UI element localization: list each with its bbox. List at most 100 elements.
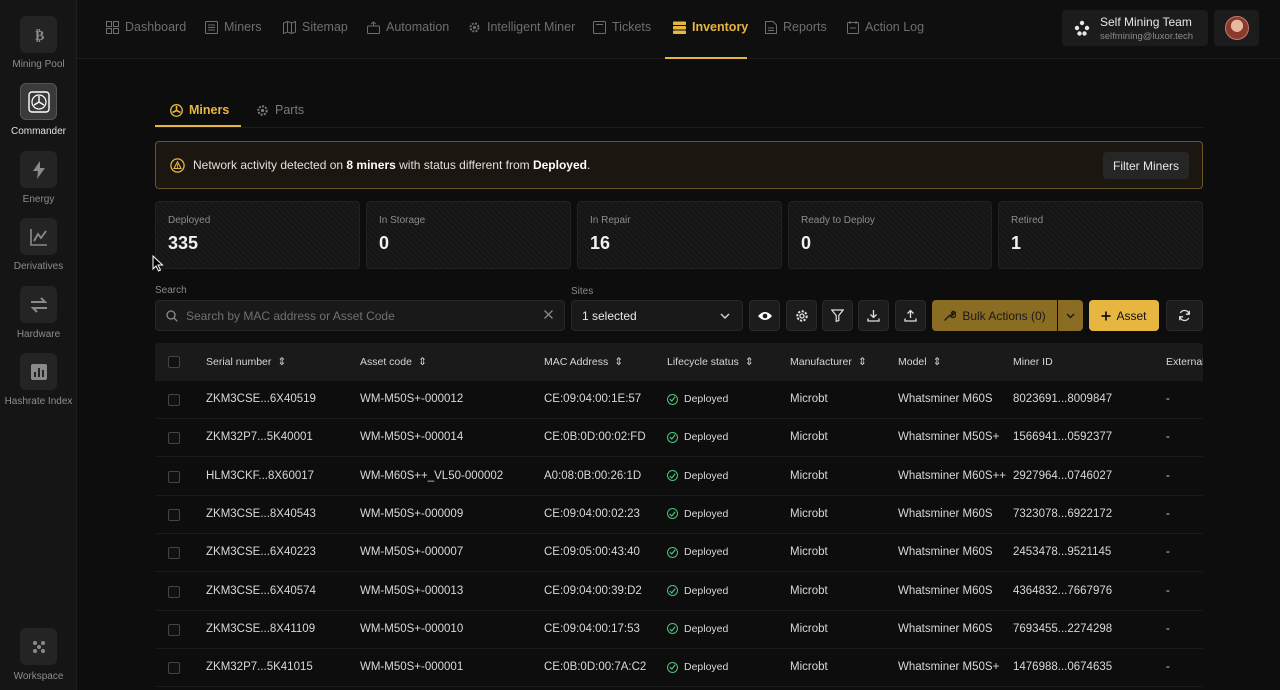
tab-label: Miners bbox=[189, 103, 230, 117]
wrench-icon bbox=[944, 310, 957, 321]
table-cell: Whatsminer M50S+ bbox=[898, 431, 1000, 444]
status-badge: Deployed bbox=[667, 661, 728, 673]
table-cell: ZKM3CSE...6X40574 bbox=[206, 584, 316, 597]
tab-parts[interactable]: Parts bbox=[256, 103, 304, 117]
row-checkbox[interactable] bbox=[168, 432, 180, 445]
table-row[interactable]: ZKM3CSE...6X40519 WM-M50S+-000012 CE:09:04… bbox=[155, 381, 1203, 419]
swap-icon bbox=[20, 286, 57, 323]
sites-select[interactable]: 1 selected bbox=[571, 300, 743, 331]
rail-item-energy[interactable]: Energy bbox=[0, 151, 77, 205]
column-header-manufacturer[interactable]: Manufacturer ⇕ bbox=[790, 356, 867, 368]
plus-icon bbox=[1101, 311, 1111, 320]
rail-item-workspace[interactable]: Workspace bbox=[0, 628, 77, 682]
nav-item-automation[interactable]: Automation bbox=[367, 20, 449, 59]
add-asset-button[interactable]: Asset bbox=[1089, 300, 1159, 331]
nav-item-inventory[interactable]: Inventory bbox=[673, 20, 748, 59]
table-row[interactable]: HLM3CKF...8X60017 WM-M60S++_VL50-000002 A0… bbox=[155, 458, 1203, 496]
row-checkbox[interactable] bbox=[168, 662, 180, 675]
inventory-icon bbox=[673, 21, 686, 34]
rail-item-hashrate-index[interactable]: Hashrate Index bbox=[0, 353, 77, 407]
row-checkbox[interactable] bbox=[168, 623, 180, 636]
row-checkbox[interactable] bbox=[168, 394, 180, 406]
nav-item-sitemap[interactable]: Sitemap bbox=[283, 20, 348, 59]
table-cell: Microbt bbox=[790, 469, 828, 482]
column-header-model[interactable]: Model ⇕ bbox=[898, 356, 941, 368]
table-row[interactable]: ZKM3CSE...6X40223 WM-M50S+-000007 CE:09:05… bbox=[155, 534, 1203, 573]
table-row[interactable]: ZKM32P7...5K40001 WM-M50S+-000014 CE:0B:0D… bbox=[155, 419, 1203, 458]
nav-item-action-log[interactable]: Action Log bbox=[847, 20, 924, 59]
account-switcher[interactable]: Self Mining Team selfmining@luxor.tech bbox=[1062, 10, 1208, 46]
upload-button[interactable] bbox=[895, 300, 926, 331]
column-header-external[interactable]: External bbox=[1166, 356, 1203, 368]
close-icon[interactable] bbox=[543, 309, 554, 320]
download-button[interactable] bbox=[858, 300, 889, 331]
table-cell: Microbt bbox=[790, 507, 828, 520]
table-row[interactable]: ZKM3CSE...8X41109 WM-M50S+-000010 CE:09:04… bbox=[155, 611, 1203, 649]
nav-item-intelligent-miner[interactable]: Intelligent Miner bbox=[468, 20, 575, 59]
table-row[interactable]: ZKM32P7...5K41015 WM-M50S+-000001 CE:0B:0D… bbox=[155, 649, 1203, 688]
column-header-asset-code[interactable]: Asset code ⇕ bbox=[360, 356, 427, 368]
tab-miners[interactable]: Miners bbox=[170, 103, 229, 117]
stat-value: 1 bbox=[1011, 233, 1022, 253]
stat-card-ready-to-deploy[interactable]: Ready to Deploy 0 bbox=[788, 201, 992, 269]
status-badge: Deployed bbox=[667, 546, 728, 558]
fan-icon bbox=[170, 103, 183, 117]
search-input[interactable] bbox=[186, 308, 526, 323]
rail-item-derivatives[interactable]: Derivatives bbox=[0, 218, 77, 272]
refresh-button[interactable] bbox=[1166, 300, 1203, 331]
table-cell: Microbt bbox=[790, 393, 828, 405]
bulk-actions-button[interactable]: Bulk Actions (0) bbox=[932, 300, 1057, 331]
row-checkbox[interactable] bbox=[168, 470, 180, 483]
row-checkbox[interactable] bbox=[168, 547, 180, 560]
check-circle-icon bbox=[667, 661, 678, 673]
search-label: Search bbox=[155, 285, 187, 296]
table-cell: - bbox=[1166, 622, 1170, 635]
filter-icon bbox=[831, 309, 844, 322]
profile-button[interactable] bbox=[1214, 10, 1259, 46]
table-cell: ZKM3CSE...6X40223 bbox=[206, 546, 316, 559]
column-header-mac-address[interactable]: MAC Address ⇕ bbox=[544, 356, 623, 368]
nav-item-dashboard[interactable]: Dashboard bbox=[106, 20, 186, 59]
column-header-lifecycle-status[interactable]: Lifecycle status ⇕ bbox=[667, 356, 754, 368]
filter-miners-button[interactable]: Filter Miners bbox=[1102, 152, 1189, 179]
nav-item-miners[interactable]: Miners bbox=[205, 20, 262, 59]
table-row[interactable]: ZKM3CSE...6X40574 WM-M50S+-000013 CE:09:04… bbox=[155, 573, 1203, 611]
stat-card-retired[interactable]: Retired 1 bbox=[998, 201, 1203, 269]
chevron-down-icon bbox=[720, 313, 730, 319]
settings-button[interactable] bbox=[786, 300, 817, 331]
table-cell: Microbt bbox=[790, 661, 828, 674]
nav-item-reports[interactable]: Reports bbox=[765, 20, 827, 59]
alert-message: Network activity detected on 8 miners wi… bbox=[193, 158, 591, 172]
table-cell: Microbt bbox=[790, 546, 828, 559]
fan-icon bbox=[20, 83, 57, 120]
stat-card-deployed[interactable]: Deployed 335 bbox=[155, 201, 360, 269]
row-checkbox[interactable] bbox=[168, 585, 180, 598]
rail-item-hardware[interactable]: Hardware bbox=[0, 286, 77, 340]
refresh-icon bbox=[1179, 309, 1190, 322]
bulk-actions-dropdown[interactable] bbox=[1058, 300, 1083, 331]
stat-card-in-repair[interactable]: In Repair 16 bbox=[577, 201, 782, 269]
select-all-checkbox[interactable] bbox=[168, 356, 180, 368]
stat-card-in-storage[interactable]: In Storage 0 bbox=[366, 201, 571, 269]
table-cell: - bbox=[1166, 584, 1170, 597]
filter-button[interactable] bbox=[822, 300, 853, 331]
workspace-icon bbox=[20, 628, 57, 665]
table-cell: 1476988...0674635 bbox=[1013, 661, 1113, 674]
table-cell: WM-M60S++_VL50-000002 bbox=[360, 469, 504, 482]
table-row[interactable]: ZKM3CSE...8X40543 WM-M50S+-000009 CE:09:04… bbox=[155, 496, 1203, 534]
sort-icon: ⇕ bbox=[744, 356, 754, 368]
table-cell: A0:08:0B:00:26:1D bbox=[544, 469, 642, 482]
nav-item-tickets[interactable]: Tickets bbox=[593, 20, 651, 59]
nav-label: Sitemap bbox=[302, 20, 348, 34]
row-checkbox[interactable] bbox=[168, 508, 180, 521]
chevron-down-icon bbox=[1066, 313, 1075, 319]
table-cell: WM-M50S+-000007 bbox=[360, 546, 464, 559]
column-header-miner-id[interactable]: Miner ID bbox=[1013, 356, 1053, 368]
stat-label: Ready to Deploy bbox=[801, 215, 875, 226]
rail-item-commander[interactable]: Commander bbox=[0, 83, 77, 137]
column-header-serial-number[interactable]: Serial number ⇕ bbox=[206, 356, 286, 368]
table-cell: CE:0B:0D:00:02:FD bbox=[544, 431, 646, 444]
table-cell: Whatsminer M60S bbox=[898, 546, 993, 559]
column-visibility-button[interactable] bbox=[749, 300, 780, 331]
rail-item-mining-pool[interactable]: ₿ Mining Pool bbox=[0, 16, 77, 70]
